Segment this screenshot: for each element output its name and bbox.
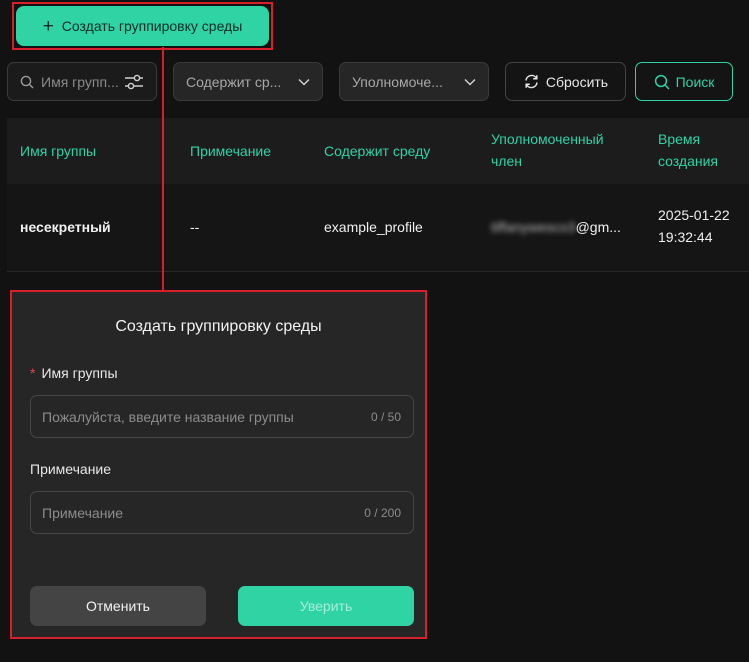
plus-icon: + bbox=[42, 15, 54, 37]
contains-profile-select[interactable]: Содержит ср... bbox=[173, 62, 323, 101]
cell-group-name: несекретный bbox=[20, 219, 111, 235]
column-header-group-name[interactable]: Имя группы bbox=[20, 140, 96, 162]
cell-member: tiffanywesco3@gm... bbox=[491, 216, 641, 238]
group-name-label: * Имя группы bbox=[30, 365, 118, 381]
create-group-button[interactable]: + Создать группировку среды bbox=[16, 6, 269, 46]
authorized-member-select[interactable]: Уполномоче... bbox=[339, 62, 489, 101]
annotation-connector bbox=[162, 47, 164, 291]
group-name-placeholder: Имя групп... bbox=[41, 73, 119, 90]
note-field[interactable]: Примечание 0 / 200 bbox=[30, 491, 414, 534]
create-group-label: Создать группировку среды bbox=[61, 18, 243, 34]
group-name-counter: 0 / 50 bbox=[370, 409, 401, 424]
search-label: Поиск bbox=[675, 73, 715, 90]
column-header-profile[interactable]: Содержит среду bbox=[324, 140, 430, 162]
group-name-field-placeholder: Пожалуйста, введите название группы bbox=[42, 408, 294, 425]
note-counter: 0 / 200 bbox=[364, 505, 401, 520]
note-label: Примечание bbox=[30, 461, 112, 477]
search-icon bbox=[654, 74, 670, 90]
authorized-member-placeholder: Уполномоче... bbox=[352, 73, 443, 90]
column-header-note[interactable]: Примечание bbox=[190, 140, 271, 162]
created-date: 2025-01-22 bbox=[658, 207, 730, 223]
reset-button[interactable]: Сбросить bbox=[505, 62, 626, 101]
filter-settings-icon[interactable] bbox=[124, 73, 144, 91]
confirm-button[interactable]: Уверить bbox=[238, 586, 414, 626]
cell-created: 2025-01-22 19:32:44 bbox=[658, 204, 730, 248]
search-icon bbox=[20, 75, 34, 88]
cell-note: -- bbox=[190, 219, 200, 235]
created-time: 19:32:44 bbox=[658, 229, 713, 245]
group-name-search-input[interactable]: Имя групп... bbox=[7, 62, 157, 101]
chevron-down-icon bbox=[298, 78, 310, 86]
search-button[interactable]: Поиск bbox=[635, 62, 733, 101]
reset-label: Сбросить bbox=[545, 73, 609, 90]
table-header: Имя группы Примечание Содержит среду Упо… bbox=[7, 118, 749, 184]
column-header-member[interactable]: Уполномоченный член bbox=[491, 128, 631, 172]
cancel-button[interactable]: Отменить bbox=[30, 586, 206, 626]
column-header-created[interactable]: Время создания bbox=[658, 128, 738, 172]
member-email-suffix: @gm... bbox=[575, 219, 621, 235]
refresh-icon bbox=[525, 74, 538, 89]
chevron-down-icon bbox=[464, 78, 476, 86]
group-name-label-text: Имя группы bbox=[41, 365, 118, 381]
group-name-field[interactable]: Пожалуйста, введите название группы 0 / … bbox=[30, 395, 414, 438]
cell-profile: example_profile bbox=[324, 219, 423, 235]
member-email-blurred: tiffanywesco3 bbox=[491, 219, 576, 235]
contains-profile-placeholder: Содержит ср... bbox=[186, 73, 282, 90]
table-row[interactable]: несекретный -- example_profile tiffanywe… bbox=[7, 184, 749, 272]
create-group-dialog: Создать группировку среды * Имя группы По… bbox=[12, 292, 425, 637]
required-mark: * bbox=[30, 365, 36, 381]
dialog-title: Создать группировку среды bbox=[115, 318, 322, 335]
note-field-placeholder: Примечание bbox=[42, 504, 124, 521]
